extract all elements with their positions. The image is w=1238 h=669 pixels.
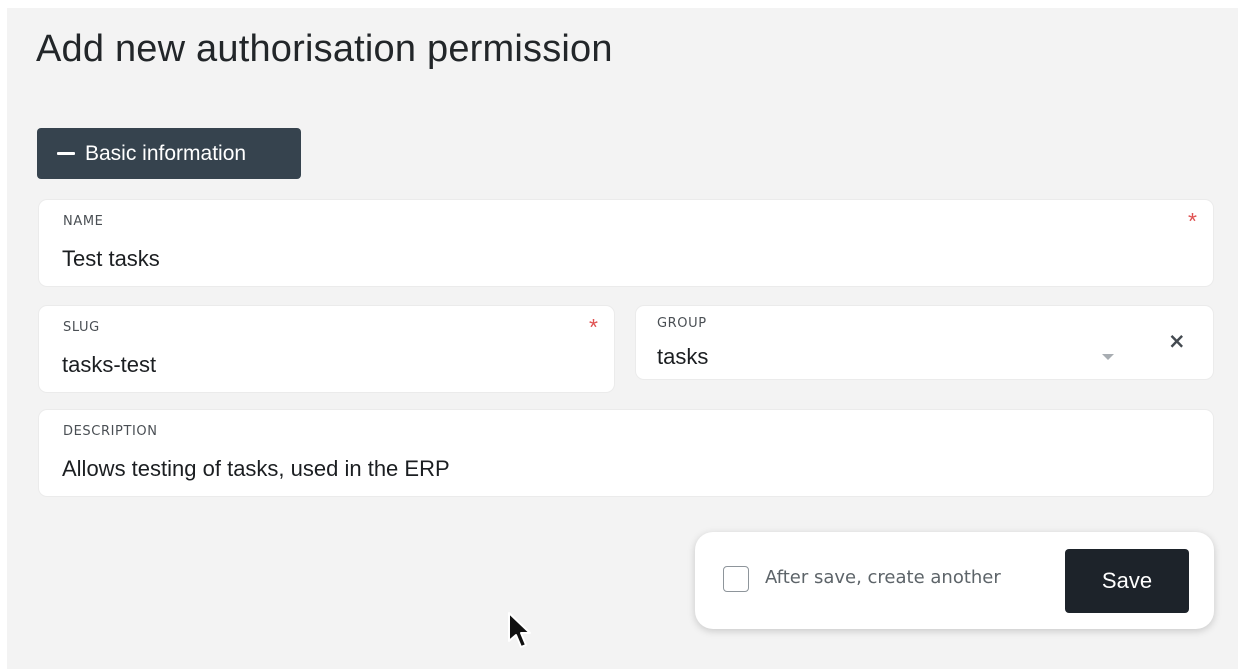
minus-icon [57,152,75,155]
slug-label: SLUG [63,320,100,335]
description-label: DESCRIPTION [63,424,158,439]
close-icon[interactable]: × [1168,331,1186,352]
mouse-pointer-icon [508,612,531,648]
required-indicator: * [589,314,598,340]
basic-information-toggle[interactable]: Basic information [37,128,301,179]
slug-input[interactable]: tasks-test [62,352,156,378]
create-another-checkbox[interactable] [723,566,749,592]
chevron-down-icon[interactable] [1102,354,1114,360]
description-field[interactable]: DESCRIPTION Allows testing of tasks, use… [39,410,1213,496]
section-toggle-label: Basic information [85,141,247,165]
name-label: NAME [63,214,104,229]
form-canvas: Add new authorisation permission Basic i… [7,8,1238,669]
description-input[interactable]: Allows testing of tasks, used in the ERP [62,456,450,482]
name-input[interactable]: Test tasks [62,246,160,272]
group-label: GROUP [657,316,707,331]
group-select[interactable]: GROUP tasks × [636,306,1213,379]
save-panel: After save, create another Save [695,532,1214,629]
create-another-label[interactable]: After save, create another [765,567,1001,588]
group-selected-value[interactable]: tasks [657,344,708,370]
save-button[interactable]: Save [1065,549,1189,613]
slug-field[interactable]: SLUG * tasks-test [39,306,614,392]
name-field[interactable]: NAME * Test tasks [39,200,1213,286]
required-indicator: * [1188,208,1197,234]
page-title: Add new authorisation permission [36,28,613,70]
